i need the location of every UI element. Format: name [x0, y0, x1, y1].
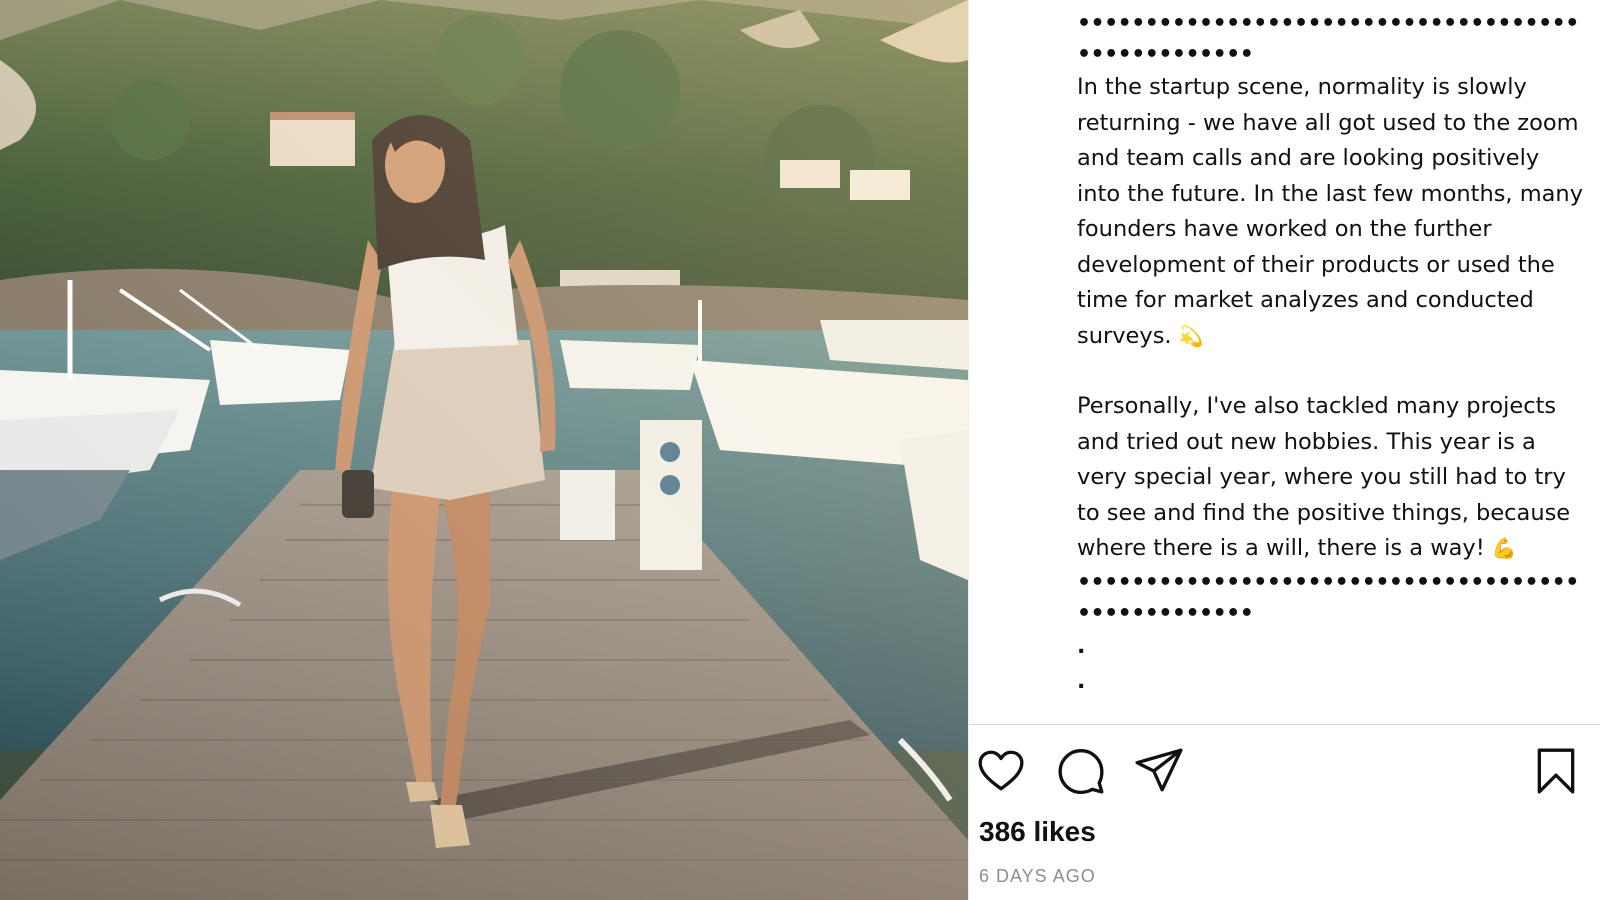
caption-trailing-dot-1: .: [1077, 633, 1086, 659]
instagram-post: ••••••••••••••••••••••••••••••••••••••••…: [0, 0, 1600, 900]
comment-bubble-icon: [1058, 749, 1104, 795]
caption-paragraph-2: Personally, I've also tackled many proje…: [1077, 389, 1587, 567]
caption-separator-bottom: ••••••••••••••••••••••••••••••••••••••••…: [1077, 569, 1579, 626]
comment-button[interactable]: [1054, 744, 1108, 798]
caption-paragraph-1: In the startup scene, normality is slowl…: [1077, 70, 1587, 354]
like-button[interactable]: [974, 744, 1028, 798]
post-photo-image: [0, 0, 968, 900]
share-button[interactable]: [1132, 744, 1186, 798]
dizzy-emoji-icon: 💫: [1178, 323, 1204, 348]
post-action-bar: [969, 744, 1600, 804]
post-caption: ••••••••••••••••••••••••••••••••••••••••…: [1077, 8, 1587, 720]
heart-outline-icon: [978, 750, 1024, 791]
flexed-biceps-emoji-icon: 💪: [1491, 536, 1517, 560]
post-photo[interactable]: [0, 0, 968, 900]
save-button[interactable]: [1529, 744, 1583, 798]
post-side-panel: ••••••••••••••••••••••••••••••••••••••••…: [968, 0, 1600, 900]
caption-separator-top: ••••••••••••••••••••••••••••••••••••••••…: [1077, 11, 1579, 67]
post-timestamp[interactable]: 6 DAYS AGO: [979, 866, 1096, 887]
paper-plane-icon: [1135, 748, 1183, 792]
bookmark-outline-icon: [1537, 748, 1575, 794]
caption-trailing-dot-2: .: [1077, 668, 1086, 694]
caption-actions-divider: [969, 724, 1600, 725]
caption-gap: [1077, 354, 1587, 389]
likes-count[interactable]: 386 likes: [979, 816, 1096, 848]
caption-paragraph-1-text: In the startup scene, normality is slowl…: [1077, 74, 1584, 349]
